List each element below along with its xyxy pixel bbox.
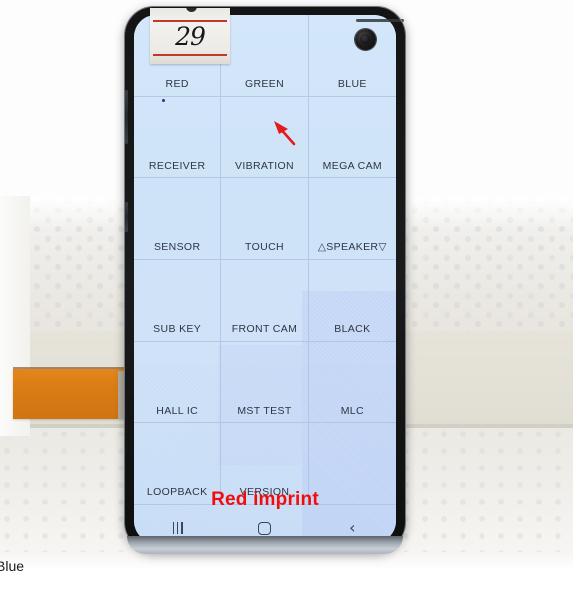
tape-handwritten-number: 29 [175, 22, 206, 51]
grid-cell-blue[interactable]: BLUE [308, 15, 396, 97]
front-camera-icon [355, 29, 376, 50]
grid-label: MLC [340, 404, 364, 417]
grid-label: MEGA CAM [322, 159, 383, 172]
phone-bottom-frame [127, 536, 403, 554]
test-mode-grid: RED GREEN BLUE RECEIVER VIBRATION MEGA C… [134, 15, 396, 505]
grid-label: HALL IC [156, 404, 199, 417]
tape-red-line-bottom [153, 54, 227, 56]
grid-cell-receiver[interactable]: RECEIVER [134, 96, 222, 179]
grid-label: SENSOR [153, 241, 201, 254]
volume-button[interactable] [125, 90, 128, 144]
phone-body: RED GREEN BLUE RECEIVER VIBRATION MEGA C… [124, 6, 406, 552]
grid-cell-black[interactable]: BLACK [308, 260, 396, 342]
screenshot-stage: RED GREEN BLUE RECEIVER VIBRATION MEGA C… [0, 0, 573, 615]
grid-label: MST TEST [237, 404, 292, 417]
orange-flex-cable [13, 369, 126, 419]
earpiece-speaker-slit [356, 19, 404, 22]
power-button[interactable] [125, 202, 128, 232]
grid-cell-front-cam[interactable]: FRONT CAM [221, 259, 309, 342]
tape-notch [186, 8, 197, 12]
background-lower-white [0, 552, 573, 615]
grid-cell-touch[interactable]: TOUCH [221, 178, 309, 260]
grid-label: RECEIVER [148, 159, 206, 172]
grid-cell-mega-cam[interactable]: MEGA CAM [308, 97, 396, 179]
grid-label: FRONT CAM [231, 323, 298, 336]
grid-cell-sensor[interactable]: SENSOR [134, 178, 222, 260]
red-arrow-annotation-icon [274, 121, 296, 146]
corner-caption-blue: Blue [0, 558, 25, 574]
grid-label: GREEN [244, 78, 285, 91]
grid-cell-mst-test[interactable]: MST TEST [221, 341, 309, 424]
masking-tape-label: 29 [150, 8, 230, 64]
grid-label: VIBRATION [235, 159, 294, 172]
grid-label: BLACK [334, 323, 371, 336]
back-chevron-icon: ‹ [349, 518, 356, 537]
grid-cell-green[interactable]: GREEN [221, 15, 309, 97]
grid-cell-hall-ic[interactable]: HALL IC [134, 341, 222, 424]
phone-screen[interactable]: RED GREEN BLUE RECEIVER VIBRATION MEGA C… [134, 15, 396, 543]
screen-defect-dot [162, 99, 165, 102]
grid-label: △SPEAKER▽ [317, 241, 387, 254]
grid-label: SUB KEY [153, 323, 202, 336]
grid-cell-mlc[interactable]: MLC [308, 342, 396, 424]
recents-icon [172, 522, 183, 534]
grid-label: RED [165, 78, 189, 91]
home-icon [258, 521, 272, 535]
grid-label: BLUE [337, 78, 367, 91]
red-imprint-caption: Red imprint [211, 489, 319, 510]
grid-cell-sub-key[interactable]: SUB KEY [134, 259, 222, 342]
grid-label: TOUCH [245, 241, 284, 254]
grid-cell-speaker[interactable]: △SPEAKER▽ [308, 178, 396, 260]
